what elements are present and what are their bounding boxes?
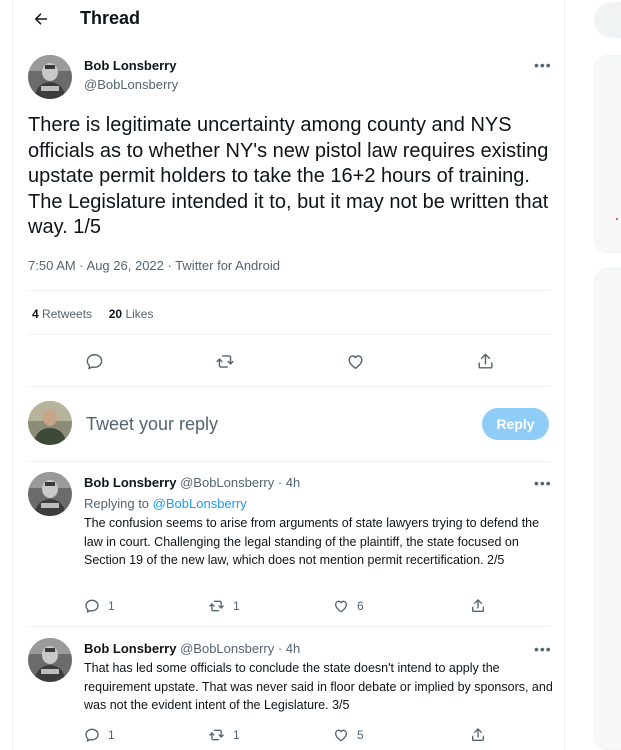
author-handle[interactable]: @BobLonsberry: [180, 641, 274, 656]
author-name[interactable]: Bob Lonsberry: [84, 641, 176, 656]
share-icon: [472, 599, 484, 612]
page-title: Thread: [80, 8, 141, 28]
retweet-action[interactable]: 1: [208, 598, 240, 614]
thread-header: Thread: [13, 0, 564, 38]
retweet-icon: [209, 600, 224, 612]
retweet-icon: [209, 729, 224, 741]
reply-count: 1: [108, 728, 115, 742]
arrow-left-icon[interactable]: [29, 7, 53, 31]
reply-icon: [85, 599, 99, 613]
reply-icon[interactable]: [79, 346, 109, 376]
share-icon: [472, 728, 484, 741]
like-icon: [335, 600, 347, 613]
tweet-actions: [13, 346, 564, 376]
divider: [28, 461, 551, 462]
reply-action[interactable]: 1: [84, 598, 115, 614]
retweet-icon[interactable]: [210, 346, 240, 376]
author-handle[interactable]: @BobLonsberry: [180, 475, 274, 490]
reply-tweet[interactable]: Bob Lonsberry @BobLonsberry · 4h ••• Rep…: [13, 464, 564, 624]
like-icon[interactable]: [340, 346, 370, 376]
tweet-text: There is legitimate uncertainty among co…: [28, 114, 549, 238]
author-handle[interactable]: @BobLonsberry: [84, 77, 178, 92]
avatar[interactable]: [28, 55, 72, 99]
reply-button[interactable]: Reply: [482, 408, 549, 440]
reply-header: Bob Lonsberry @BobLonsberry · 4h: [84, 475, 300, 490]
like-count: 6: [357, 599, 364, 613]
reply-tweet[interactable]: Bob Lonsberry @BobLonsberry · 4h ••• Tha…: [13, 630, 564, 750]
thread-column: Thread Bob Lonsberry @BobLonsberry ••• T…: [12, 0, 565, 750]
like-count: 5: [357, 728, 364, 742]
retweets-label: Retweets: [42, 307, 93, 321]
avatar[interactable]: [28, 401, 72, 445]
tweet-timestamp[interactable]: 7:50 AM · Aug 26, 2022 · Twitter for And…: [28, 258, 280, 273]
like-action[interactable]: 5: [333, 727, 364, 743]
reply-text: The confusion seems to arise from argume…: [84, 516, 540, 568]
sidebar-card: [594, 55, 621, 253]
more-icon[interactable]: •••: [534, 475, 552, 491]
likes-label: Likes: [125, 307, 154, 321]
retweet-count: 1: [233, 728, 240, 742]
retweets-count: 4: [32, 307, 39, 321]
divider: [28, 334, 551, 335]
likes-stat[interactable]: 20 Likes: [109, 307, 154, 321]
replying-handle-link[interactable]: @BobLonsberry: [153, 496, 247, 511]
retweets-stat[interactable]: 4 Retweets: [32, 307, 92, 321]
replying-to: Replying to @BobLonsberry: [84, 496, 247, 511]
likes-count: 20: [108, 307, 123, 321]
more-icon[interactable]: •••: [534, 57, 552, 73]
share-icon[interactable]: [470, 346, 500, 376]
avatar[interactable]: [28, 472, 72, 516]
reply-text: That has led some officials to conclude …: [84, 661, 553, 713]
reply-actions: 1 1 5: [84, 727, 504, 747]
right-sidebar: [594, 0, 621, 750]
reply-action[interactable]: 1: [84, 727, 115, 743]
divider: [28, 290, 551, 291]
reply-header: Bob Lonsberry @BobLonsberry · 4h: [84, 641, 300, 656]
retweet-count: 1: [233, 599, 240, 613]
divider: [28, 386, 551, 387]
replying-prefix: Replying to: [84, 496, 150, 511]
tweet-stats: 4 Retweets 20 Likes: [32, 307, 153, 321]
reply-icon: [85, 728, 99, 742]
reply-time[interactable]: · 4h: [278, 641, 300, 656]
author-name[interactable]: Bob Lonsberry: [84, 58, 176, 73]
retweet-action[interactable]: 1: [208, 727, 240, 743]
more-icon[interactable]: •••: [534, 641, 552, 657]
reply-actions: 1 1 6: [84, 598, 504, 618]
divider: [28, 626, 551, 627]
sidebar-card: [594, 268, 621, 750]
like-action[interactable]: 6: [333, 598, 364, 614]
reply-count: 1: [108, 599, 115, 613]
sidebar-dot: [616, 218, 618, 220]
reply-time[interactable]: · 4h: [278, 475, 300, 490]
like-icon: [335, 729, 347, 742]
sidebar-search-box[interactable]: [594, 2, 621, 38]
reply-input[interactable]: Tweet your reply: [86, 414, 218, 435]
share-action[interactable]: [470, 727, 486, 743]
author-name[interactable]: Bob Lonsberry: [84, 475, 176, 490]
share-action[interactable]: [470, 598, 486, 614]
avatar[interactable]: [28, 638, 72, 682]
